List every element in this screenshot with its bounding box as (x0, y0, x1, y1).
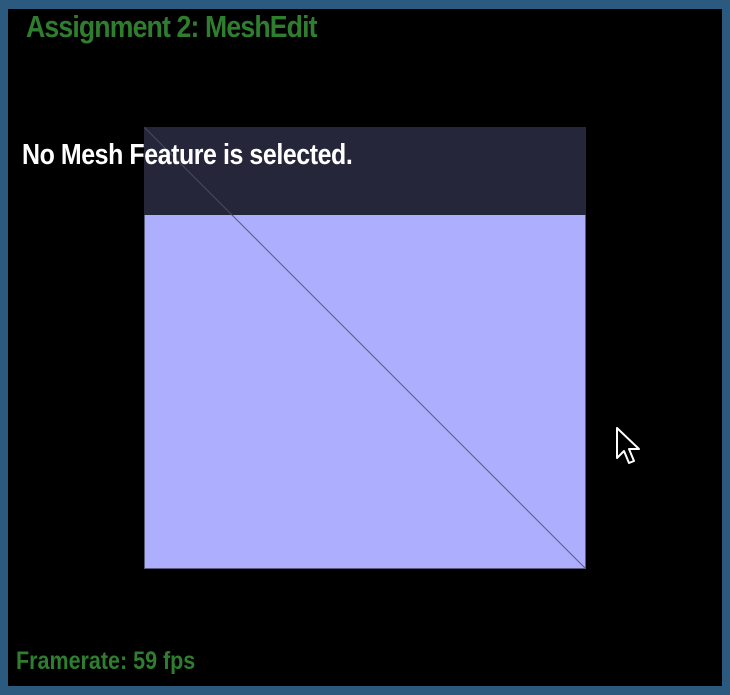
framerate-readout: Framerate: 59 fps (16, 647, 196, 675)
mesh-square[interactable] (144, 127, 586, 569)
render-viewport[interactable]: Assignment 2: MeshEdit No Mesh Feature i… (8, 9, 722, 686)
selection-status-text: No Mesh Feature is selected. (22, 139, 353, 171)
arrow-cursor-icon (616, 427, 640, 464)
window-frame: Assignment 2: MeshEdit No Mesh Feature i… (0, 0, 730, 695)
app-title: Assignment 2: MeshEdit (26, 9, 318, 44)
